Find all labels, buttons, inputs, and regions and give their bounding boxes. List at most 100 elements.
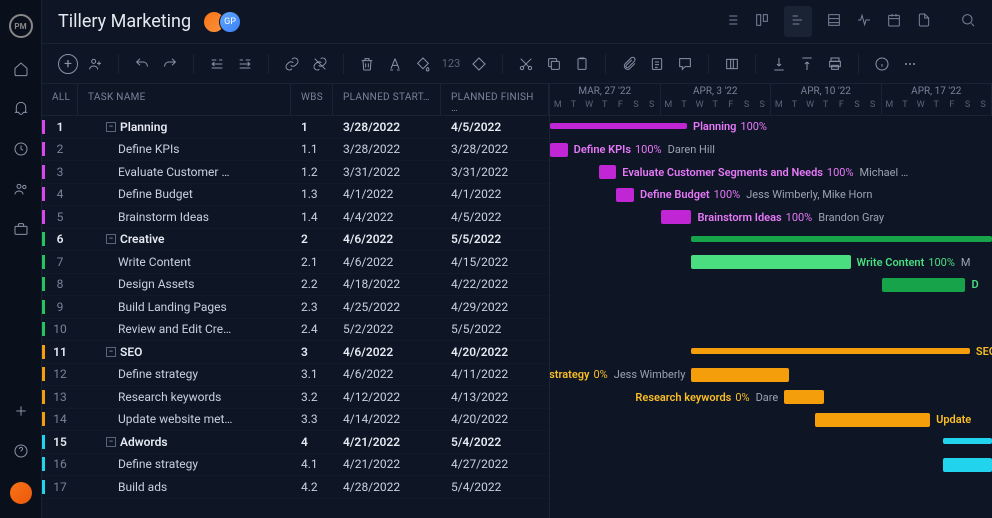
task-row[interactable]: 8 Design Assets 2.2 4/18/2022 4/22/2022 <box>42 274 549 297</box>
delete-button[interactable] <box>356 53 378 75</box>
task-row[interactable]: 7 Write Content 2.1 4/6/2022 4/15/2022 <box>42 251 549 274</box>
gantt-bar[interactable]: Research keywords0%Dare <box>784 390 824 404</box>
collapse-icon[interactable]: − <box>106 437 116 447</box>
gantt-bar[interactable]: Write Content100%M <box>691 255 850 269</box>
text-style-button[interactable] <box>384 53 406 75</box>
task-row[interactable]: 4 Define Budget 1.3 4/1/2022 4/1/2022 <box>42 184 549 207</box>
gantt-row: Update <box>550 409 992 432</box>
more-button[interactable] <box>899 53 921 75</box>
bell-icon[interactable] <box>12 100 30 118</box>
calendar-icon[interactable] <box>886 12 902 31</box>
app-logo[interactable]: PM <box>9 14 33 38</box>
user-avatar[interactable] <box>10 482 32 504</box>
fill-button[interactable] <box>412 53 434 75</box>
gantt-bar[interactable]: Update <box>815 413 930 427</box>
number-format-button[interactable]: 123 <box>440 53 462 75</box>
task-row[interactable]: 6 −Creative 2 4/6/2022 5/5/2022 <box>42 229 549 252</box>
col-name[interactable]: TASK NAME <box>78 84 291 115</box>
task-row[interactable]: 10 Review and Edit Cre… 2.4 5/2/2022 5/5… <box>42 319 549 342</box>
copy-button[interactable] <box>543 53 565 75</box>
board-view-icon[interactable] <box>754 12 770 31</box>
col-finish[interactable]: PLANNED FINISH … <box>441 84 549 115</box>
add-user-button[interactable] <box>84 53 106 75</box>
cut-button[interactable] <box>515 53 537 75</box>
indent-button[interactable] <box>234 53 256 75</box>
comment-button[interactable] <box>674 53 696 75</box>
unlink-button[interactable] <box>309 53 331 75</box>
import-button[interactable] <box>768 53 790 75</box>
gantt-bar[interactable]: Brainstorm Ideas100%Brandon Gray <box>661 210 692 224</box>
activity-icon[interactable] <box>856 12 872 31</box>
task-row[interactable]: 11 −SEO 3 4/6/2022 4/20/2022 <box>42 341 549 364</box>
export-button[interactable] <box>796 53 818 75</box>
gantt-row: Define KPIs100%Daren Hill <box>550 139 992 162</box>
notes-button[interactable] <box>646 53 668 75</box>
task-row[interactable]: 17 Build ads 4.2 4/28/2022 5/4/2022 <box>42 476 549 499</box>
task-row[interactable]: 12 Define strategy 3.1 4/6/2022 4/11/202… <box>42 364 549 387</box>
files-icon[interactable] <box>916 12 932 31</box>
finish-cell: 4/11/2022 <box>441 367 549 381</box>
task-name-cell: Define Budget <box>78 187 291 201</box>
sheet-view-icon[interactable] <box>826 12 842 31</box>
project-members[interactable]: GP <box>203 11 241 33</box>
task-row[interactable]: 2 Define KPIs 1.1 3/28/2022 3/28/2022 <box>42 139 549 162</box>
task-row[interactable]: 14 Update website met… 3.3 4/14/2022 4/2… <box>42 409 549 432</box>
collapse-icon[interactable]: − <box>106 347 116 357</box>
gantt-bar[interactable]: Define strategy0%Jess Wimberly <box>691 368 788 382</box>
plus-icon[interactable] <box>12 402 30 420</box>
start-cell: 4/21/2022 <box>333 457 441 471</box>
gantt-bar[interactable]: D <box>882 278 966 292</box>
finish-cell: 3/31/2022 <box>441 165 549 179</box>
wbs-cell: 2.4 <box>291 322 333 336</box>
gantt-bar[interactable] <box>943 458 992 472</box>
task-row[interactable]: 9 Build Landing Pages 2.3 4/25/2022 4/29… <box>42 296 549 319</box>
task-row[interactable]: 13 Research keywords 3.2 4/12/2022 4/13/… <box>42 386 549 409</box>
print-button[interactable] <box>824 53 846 75</box>
home-icon[interactable] <box>12 60 30 78</box>
row-number: 7 <box>42 255 78 269</box>
gantt-bar[interactable]: Define Budget100%Jess Wimberly, Mike Hor… <box>616 188 634 202</box>
info-button[interactable] <box>871 53 893 75</box>
toolbar: + 123 <box>42 44 992 84</box>
gantt-bar[interactable]: Evaluate Customer Segments and Needs100%… <box>599 165 617 179</box>
col-all[interactable]: ALL <box>42 84 78 115</box>
task-row[interactable]: 15 −Adwords 4 4/21/2022 5/4/2022 <box>42 431 549 454</box>
gantt-bar[interactable]: Creative <box>691 236 992 242</box>
task-row[interactable]: 1 −Planning 1 3/28/2022 4/5/2022 <box>42 116 549 139</box>
briefcase-icon[interactable] <box>12 220 30 238</box>
finish-cell: 5/5/2022 <box>441 322 549 336</box>
task-row[interactable]: 16 Define strategy 4.1 4/21/2022 4/27/20… <box>42 454 549 477</box>
wbs-cell: 1.1 <box>291 142 333 156</box>
undo-button[interactable] <box>131 53 153 75</box>
collapse-icon[interactable]: − <box>106 234 116 244</box>
gantt-chart[interactable]: MAR, 27 '22MTWTFSSAPR, 3 '22MTWTFSSAPR, … <box>550 84 992 518</box>
gantt-bar[interactable]: SEO0% <box>691 348 969 354</box>
gantt-bar[interactable] <box>943 438 992 444</box>
start-cell: 4/12/2022 <box>333 390 441 404</box>
attach-button[interactable] <box>618 53 640 75</box>
add-task-button[interactable]: + <box>58 54 78 74</box>
users-icon[interactable] <box>12 180 30 198</box>
shape-button[interactable] <box>468 53 490 75</box>
link-button[interactable] <box>281 53 303 75</box>
gantt-bar[interactable]: Planning100% <box>550 123 687 129</box>
task-row[interactable]: 3 Evaluate Customer … 1.2 3/31/2022 3/31… <box>42 161 549 184</box>
paste-button[interactable] <box>571 53 593 75</box>
collapse-icon[interactable]: − <box>106 122 116 132</box>
clock-icon[interactable] <box>12 140 30 158</box>
search-icon[interactable] <box>960 12 976 31</box>
help-icon[interactable] <box>12 442 30 460</box>
redo-button[interactable] <box>159 53 181 75</box>
wbs-cell: 4.2 <box>291 480 333 494</box>
list-view-icon[interactable] <box>724 12 740 31</box>
outdent-button[interactable] <box>206 53 228 75</box>
row-number: 3 <box>42 165 78 179</box>
gantt-row <box>550 319 992 342</box>
gantt-bar[interactable]: Define KPIs100%Daren Hill <box>550 143 568 157</box>
task-row[interactable]: 5 Brainstorm Ideas 1.4 4/4/2022 4/5/2022 <box>42 206 549 229</box>
columns-button[interactable] <box>721 53 743 75</box>
col-start[interactable]: PLANNED START… <box>333 84 441 115</box>
finish-cell: 5/4/2022 <box>441 480 549 494</box>
gantt-view-icon[interactable] <box>784 6 812 37</box>
col-wbs[interactable]: WBS <box>291 84 333 115</box>
